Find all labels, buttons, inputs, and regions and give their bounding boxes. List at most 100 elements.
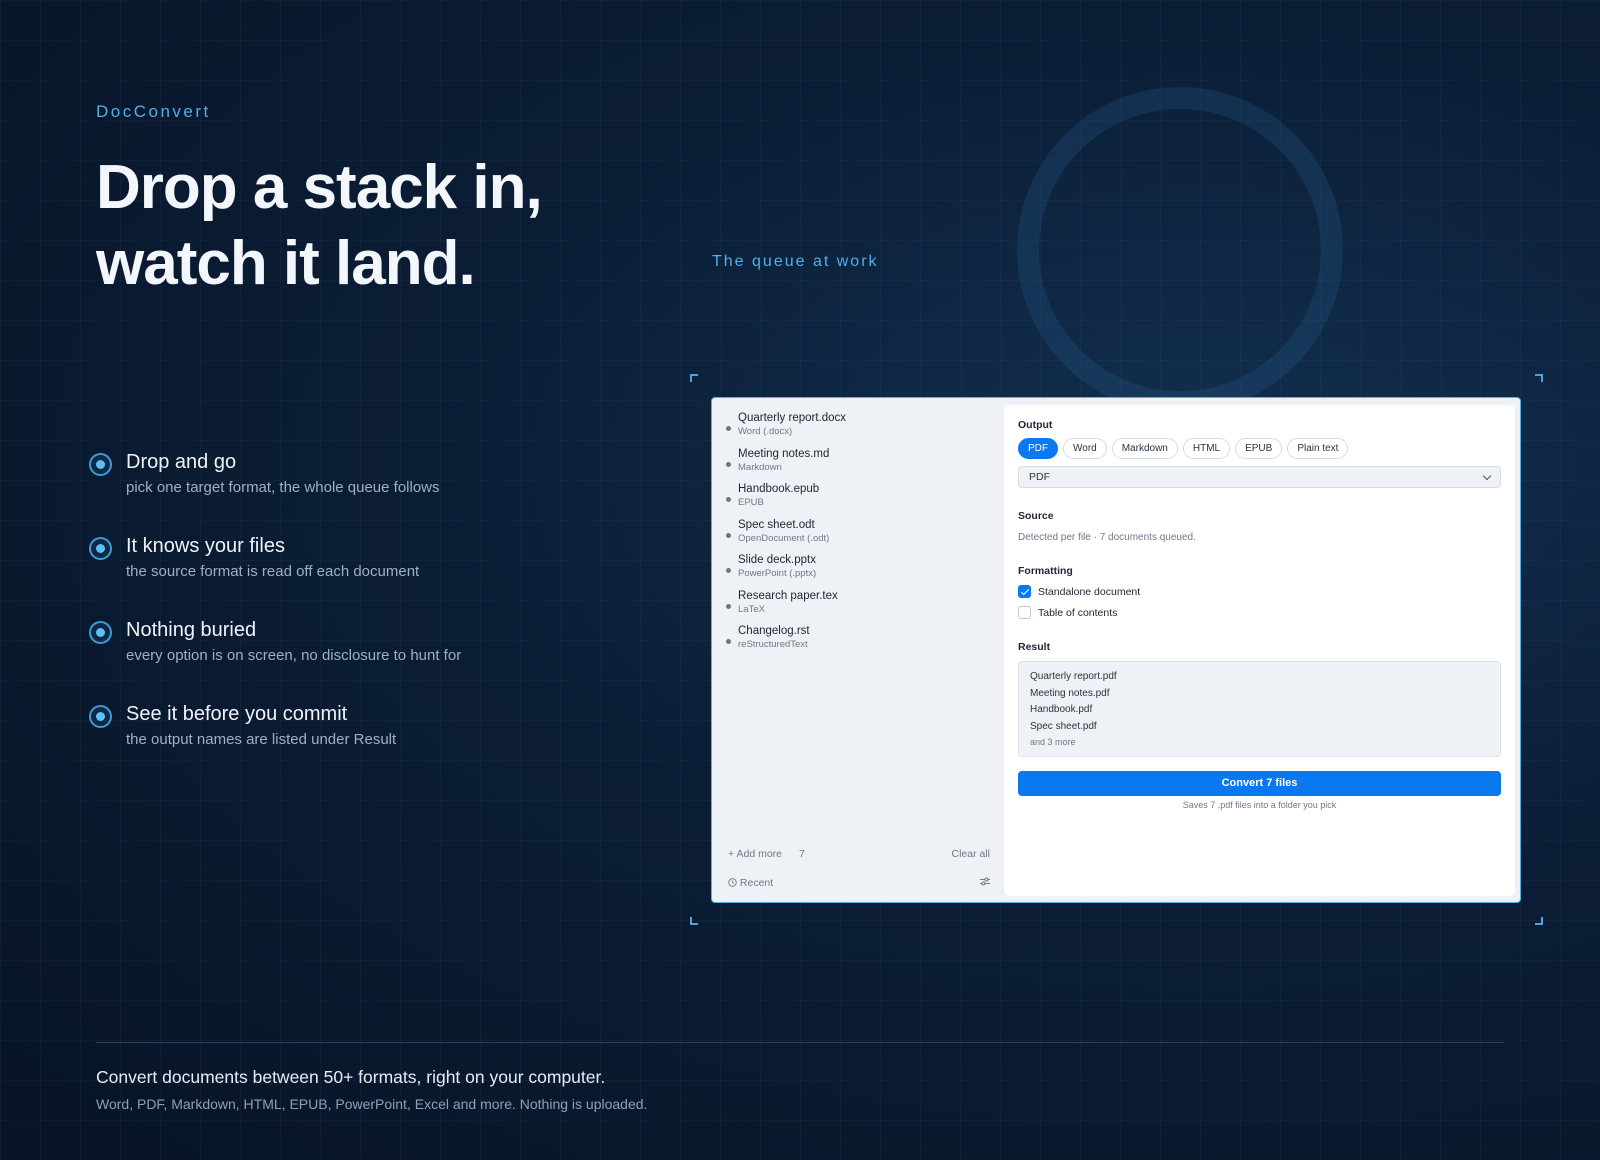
sidebar-footer: Recent bbox=[728, 877, 990, 889]
options-panel: Output PDF Word Markdown HTML EPUB Plain… bbox=[1004, 405, 1515, 896]
file-name: Spec sheet.odt bbox=[738, 518, 815, 531]
footer-divider bbox=[96, 1042, 1504, 1043]
feature-title: It knows your files bbox=[126, 535, 285, 557]
file-queue-sidebar: Quarterly report.docx Word (.docx) Meeti… bbox=[712, 398, 1004, 902]
app-window: Quarterly report.docx Word (.docx) Meeti… bbox=[711, 397, 1521, 903]
chip-markdown[interactable]: Markdown bbox=[1111, 438, 1178, 459]
recent-button[interactable]: Recent bbox=[728, 877, 773, 889]
file-bullet-icon bbox=[726, 603, 731, 609]
source-text: Detected per file · 7 documents queued. bbox=[1018, 532, 1196, 543]
file-name: Meeting notes.md bbox=[738, 447, 830, 460]
convert-note: Saves 7 .pdf files into a folder you pic… bbox=[1182, 800, 1337, 810]
file-bullet-icon bbox=[726, 461, 731, 467]
file-format: Markdown bbox=[738, 461, 782, 473]
file-item[interactable]: Quarterly report.docx Word (.docx) bbox=[726, 411, 1004, 447]
feature-item: It knows your files the source format is… bbox=[89, 533, 609, 617]
output-title: Output bbox=[1018, 419, 1053, 431]
add-more-label: Add more bbox=[736, 848, 783, 860]
footer-subtitle: Word, PDF, Markdown, HTML, EPUB, PowerPo… bbox=[96, 1096, 648, 1112]
result-more: and 3 more bbox=[1030, 737, 1076, 748]
chip-epub[interactable]: EPUB bbox=[1235, 438, 1283, 459]
feature-desc: every option is on screen, no disclosure… bbox=[126, 647, 462, 664]
file-name: Research paper.tex bbox=[738, 589, 838, 602]
result-name: Handbook.pdf bbox=[1030, 704, 1093, 716]
standalone-checkbox[interactable]: Standalone document bbox=[1018, 585, 1501, 598]
result-title: Result bbox=[1018, 641, 1051, 653]
plus-icon: + bbox=[728, 848, 735, 860]
decorative-ring bbox=[1017, 87, 1343, 413]
checkmark-icon bbox=[1018, 585, 1031, 598]
feature-item: Drop and go pick one target format, the … bbox=[89, 449, 609, 533]
chevron-down-icon bbox=[1482, 471, 1492, 481]
headline: Drop a stack in, watch it land. bbox=[96, 150, 696, 302]
bullet-dot-icon bbox=[89, 621, 112, 644]
source-title: Source bbox=[1018, 510, 1054, 522]
frame-corner bbox=[1535, 917, 1543, 925]
bullet-dot-icon bbox=[89, 453, 112, 476]
feature-title: See it before you commit bbox=[126, 703, 348, 725]
queue-label: The queue at work bbox=[712, 253, 879, 270]
frame-corner bbox=[690, 917, 698, 925]
convert-button[interactable]: Convert 7 files bbox=[1018, 771, 1501, 796]
frame-corner bbox=[1535, 374, 1543, 382]
file-bullet-icon bbox=[726, 639, 731, 644]
file-bullet-icon bbox=[726, 568, 731, 573]
file-list: Quarterly report.docx Word (.docx) Meeti… bbox=[712, 398, 1004, 660]
chip-html[interactable]: HTML bbox=[1182, 438, 1231, 459]
chip-plain-text[interactable]: Plain text bbox=[1287, 438, 1349, 459]
file-name: Quarterly report.docx bbox=[738, 412, 847, 424]
file-item[interactable]: Spec sheet.odt OpenDocument (.odt) bbox=[726, 518, 1004, 554]
headline-line-1: Drop a stack in, bbox=[96, 153, 543, 222]
feature-list: Drop and go pick one target format, the … bbox=[89, 449, 609, 785]
format-chips: PDF Word Markdown HTML EPUB Plain text bbox=[1018, 438, 1501, 459]
feature-title: Drop and go bbox=[126, 451, 237, 473]
feature-item: Nothing buried every option is on screen… bbox=[89, 617, 609, 701]
file-item[interactable]: Research paper.tex LaTeX bbox=[726, 589, 1004, 625]
brand-name: DocConvert bbox=[96, 102, 211, 121]
bullet-dot-icon bbox=[89, 705, 112, 728]
feature-desc: the output names are listed under Result bbox=[126, 731, 397, 748]
file-bullet-icon bbox=[726, 532, 731, 538]
sliders-icon bbox=[980, 877, 990, 886]
result-name: Quarterly report.pdf bbox=[1030, 671, 1117, 682]
result-list: Quarterly report.pdf Meeting notes.pdf H… bbox=[1018, 661, 1501, 757]
sidebar-actions: + Add more 7 Clear all bbox=[728, 848, 990, 860]
file-item[interactable]: Changelog.rst reStructuredText bbox=[726, 624, 1004, 660]
feature-desc: the source format is read off each docum… bbox=[126, 563, 420, 580]
file-item[interactable]: Slide deck.pptx PowerPoint (.pptx) bbox=[726, 553, 1004, 589]
feature-title: Nothing buried bbox=[126, 619, 257, 641]
file-format: LaTeX bbox=[738, 603, 765, 615]
bullet-dot-icon bbox=[89, 537, 112, 560]
output-format-select[interactable]: PDF bbox=[1018, 466, 1501, 488]
clock-icon bbox=[728, 878, 737, 887]
feature-desc: pick one target format, the whole queue … bbox=[126, 479, 440, 496]
chip-pdf[interactable]: PDF bbox=[1018, 438, 1058, 459]
formatting-title: Formatting bbox=[1018, 565, 1073, 577]
footer-title: Convert documents between 50+ formats, r… bbox=[96, 1067, 606, 1087]
file-format: EPUB bbox=[738, 497, 764, 508]
select-value: PDF bbox=[1029, 471, 1050, 483]
file-bullet-icon bbox=[726, 497, 731, 502]
add-more-button[interactable]: + Add more bbox=[728, 848, 785, 860]
file-item[interactable]: Handbook.epub EPUB bbox=[726, 482, 1004, 518]
file-name: Slide deck.pptx bbox=[738, 554, 816, 566]
queue-count: 7 bbox=[798, 848, 805, 860]
feature-item: See it before you commit the output name… bbox=[89, 701, 609, 785]
file-format: OpenDocument (.odt) bbox=[738, 532, 830, 544]
file-name: Changelog.rst bbox=[738, 625, 810, 637]
file-format: reStructuredText bbox=[738, 639, 808, 650]
result-name: Meeting notes.pdf bbox=[1030, 687, 1110, 699]
file-bullet-icon bbox=[726, 426, 731, 431]
recent-label: Recent bbox=[739, 877, 774, 889]
frame-corner bbox=[690, 374, 698, 382]
checkbox-box bbox=[1018, 606, 1031, 619]
result-name: Spec sheet.pdf bbox=[1030, 720, 1097, 732]
chip-word[interactable]: Word bbox=[1063, 438, 1107, 459]
clear-all-button[interactable]: Clear all bbox=[951, 848, 990, 860]
file-item[interactable]: Meeting notes.md Markdown bbox=[726, 447, 1004, 483]
settings-button[interactable] bbox=[980, 877, 990, 889]
checkbox-label: Standalone document bbox=[1038, 585, 1141, 598]
file-format: PowerPoint (.pptx) bbox=[738, 568, 817, 579]
toc-checkbox[interactable]: Table of contents bbox=[1018, 606, 1501, 619]
file-format: Word (.docx) bbox=[738, 426, 793, 437]
